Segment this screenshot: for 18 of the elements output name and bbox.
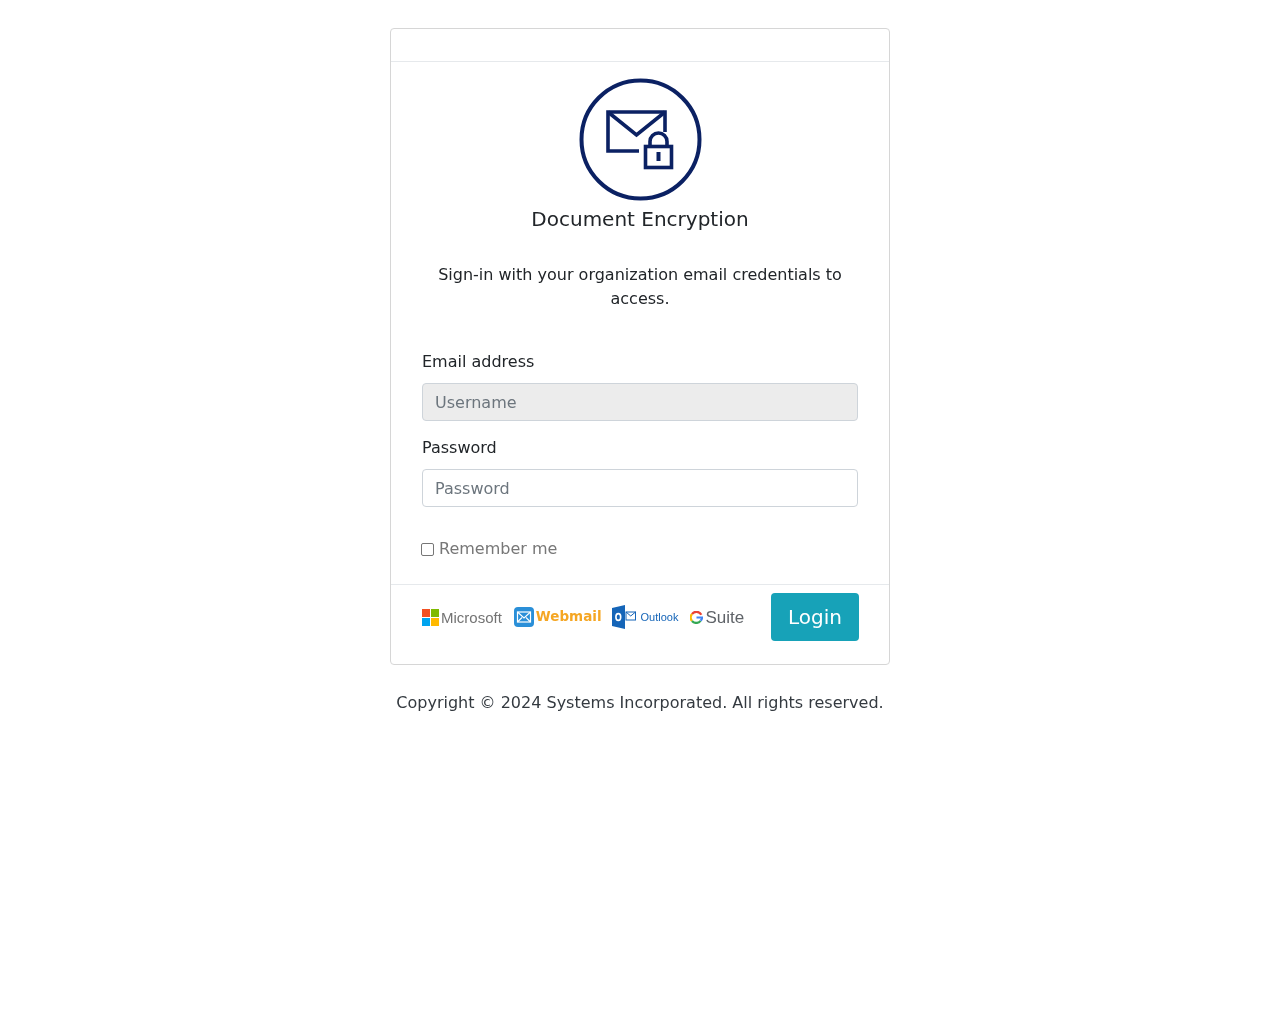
remember-me-label: Remember me xyxy=(439,538,558,560)
provider-name: Microsoft xyxy=(441,609,502,625)
envelope-icon xyxy=(513,607,534,627)
copyright-text: Copyright © 2024 Systems Incorporated. All rights reserved. xyxy=(396,692,884,714)
remember-checkbox[interactable] xyxy=(421,542,434,556)
envelope-lock-icon xyxy=(578,78,702,201)
app-title: Document Encryption xyxy=(530,207,750,231)
field-label: Password xyxy=(422,437,497,459)
password-field[interactable]: Password xyxy=(422,469,858,507)
g-logo-icon xyxy=(690,610,704,624)
mail-tile-icon xyxy=(611,605,636,629)
login-button[interactable]: Login xyxy=(771,593,859,641)
provider-name: Webmail xyxy=(535,610,602,624)
instructions-text: Sign-in with your organization email credentials to access. xyxy=(437,264,843,310)
four-squares-icon xyxy=(422,608,439,626)
field-label: Email address xyxy=(422,351,535,373)
provider-name: Suite xyxy=(705,608,745,626)
provider-name: Outlook xyxy=(640,611,679,623)
